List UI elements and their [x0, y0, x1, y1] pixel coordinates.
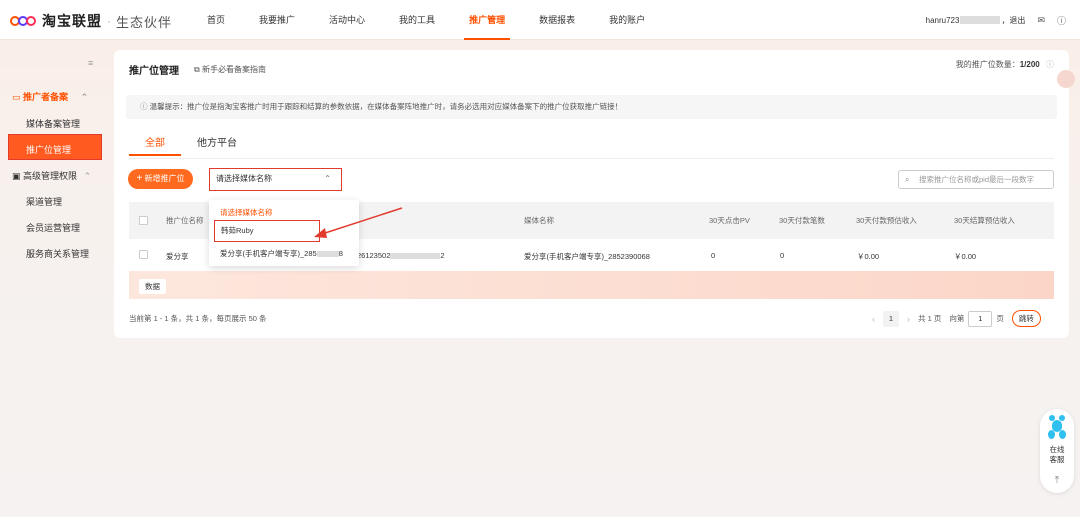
nav-reports[interactable]: 数据报表 — [522, 0, 592, 40]
nav-promote[interactable]: 我要推广 — [242, 0, 312, 40]
username: hanru723 — [925, 15, 960, 25]
notice-banner: ⓘ 温馨提示：推广位是指淘宝客推广时用于跟踪和结算的参数依据，在媒体备案阵地推广… — [126, 95, 1057, 119]
row-pid: 26123502 2 — [357, 251, 445, 260]
select-all-checkbox[interactable] — [139, 216, 148, 225]
cs-label-2: 客服 — [1049, 455, 1065, 464]
menu-collapse-icon[interactable]: ≡ — [88, 58, 93, 68]
page-current[interactable]: 1 — [883, 310, 899, 327]
main-nav: 首页 我要推广 活动中心 我的工具 推广管理 数据报表 我的账户 — [190, 0, 662, 40]
total-pages: 共 1 页 — [918, 314, 942, 323]
filing-icon: ▭ — [12, 92, 21, 102]
page-unit: 页 — [996, 314, 1004, 323]
page-title: 推广位管理 — [129, 66, 179, 77]
tab-divider — [129, 158, 1054, 159]
dropdown-option-ruby[interactable]: 韩茹Ruby — [214, 220, 320, 242]
help-icon[interactable]: ⓘ — [1057, 14, 1066, 27]
user-box: hanru723 ，退出 ✉ ⓘ — [926, 0, 1066, 40]
tab-bar: 全部 他方平台 — [129, 130, 253, 158]
th-pv: 30天点击PV — [709, 216, 750, 225]
row-adzone-name: 爱分享 — [166, 252, 189, 261]
sidebar: ≡ ▭ 推广者备案 ⌃ 媒体备案管理 推广位管理 ▣ 高级管理权限 ⌃ 渠道管理… — [0, 40, 108, 517]
pid-redacted — [390, 253, 441, 260]
option-redacted — [316, 251, 339, 258]
assistant-avatar-icon[interactable] — [1057, 70, 1075, 88]
pagination: ‹ 1 › 共 1 页 向第 1 页 跳转 — [864, 310, 1041, 327]
brand-separator: · — [107, 14, 111, 28]
add-adzone-button[interactable]: + 新增推广位 — [128, 169, 193, 189]
sidebar-group-advanced[interactable]: ▣ 高级管理权限 ⌃ — [12, 169, 91, 182]
sidebar-item-provider-relations[interactable]: 服务商关系管理 — [26, 247, 89, 260]
th-income-pay: 30天付款预估收入 — [856, 216, 917, 225]
brand-subtitle: 生态伙伴 — [116, 14, 173, 30]
jump-button[interactable]: 跳转 — [1011, 310, 1041, 327]
adzone-count: 我的推广位数量：1/200 ⓘ — [955, 60, 1054, 69]
sidebar-item-media-filing[interactable]: 媒体备案管理 — [26, 117, 80, 130]
goto-label: 向第 — [949, 314, 965, 323]
taobao-union-logo-icon — [10, 13, 38, 29]
media-dropdown: 请选择媒体名称 韩茹Ruby 爱分享(手机客户端专享)_285 8 — [209, 200, 359, 266]
row-checkbox[interactable] — [139, 250, 148, 259]
th-media-name: 媒体名称 — [524, 216, 554, 225]
username-redacted — [960, 16, 1001, 24]
dropdown-placeholder-option[interactable]: 请选择媒体名称 — [220, 207, 273, 218]
goto-page-input[interactable]: 1 — [968, 310, 993, 327]
sidebar-item-channels[interactable]: 渠道管理 — [26, 195, 62, 208]
nav-activities[interactable]: 活动中心 — [312, 0, 382, 40]
th-orders: 30天付款笔数 — [779, 216, 825, 225]
brand-name: 淘宝联盟 — [42, 13, 102, 29]
sidebar-item-adzone-management[interactable]: 推广位管理 — [8, 134, 102, 160]
chevron-up-icon: ⌃ — [324, 174, 331, 183]
media-select[interactable]: 请选择媒体名称 ⌃ — [209, 168, 342, 191]
nav-promotion-management[interactable]: 推广管理 — [452, 0, 522, 40]
chevron-up-icon: ⌃ — [83, 171, 92, 181]
row-orders: 0 — [780, 251, 785, 260]
sidebar-group-filing[interactable]: ▭ 推广者备案 ⌃ — [12, 90, 88, 103]
search-input[interactable]: ⌕ 搜索推广位名称或pid最后一段数字 — [898, 170, 1054, 189]
search-icon: ⌕ — [905, 175, 910, 184]
tab-all[interactable]: 全部 — [129, 130, 181, 158]
sidebar-item-member-ops[interactable]: 会员运营管理 — [26, 221, 80, 234]
row-media-name: 爱分享(手机客户端专享)_2852390068 — [524, 252, 650, 261]
nav-tools[interactable]: 我的工具 — [382, 0, 452, 40]
top-navbar: 淘宝联盟 · 生态伙伴 首页 我要推广 活动中心 我的工具 推广管理 数据报表 … — [0, 0, 1080, 40]
row-income-settle: ￥0.00 — [954, 252, 977, 261]
main-card: 推广位管理 ⧉ 新手必看备案指南 我的推广位数量：1/200 ⓘ ⓘ 温馨提示：… — [114, 50, 1069, 338]
doc-icon: ⧉ — [194, 65, 200, 74]
service-mascot-icon — [1048, 415, 1066, 441]
chevron-up-icon: ⌃ — [80, 92, 89, 102]
row-pv: 0 — [711, 251, 716, 260]
chevron-left-icon[interactable]: ‹ — [872, 314, 875, 324]
row-expand-area: 数据 — [129, 271, 1054, 299]
nav-home[interactable]: 首页 — [190, 0, 242, 40]
online-service-widget[interactable]: 在线 客服 ⤒ — [1040, 409, 1074, 493]
data-tag-button[interactable]: 数据 — [139, 279, 166, 294]
th-income-settle: 30天结算预估收入 — [954, 216, 1015, 225]
plus-icon: + — [136, 173, 143, 184]
back-to-top-icon[interactable]: ⤒ — [1040, 475, 1074, 486]
th-adzone-name: 推广位名称 — [166, 216, 204, 225]
info-icon: ⓘ — [140, 102, 148, 111]
row-income-pay: ￥0.00 — [857, 252, 880, 261]
help-circle-icon[interactable]: ⓘ — [1046, 60, 1054, 69]
dropdown-option-share[interactable]: 爱分享(手机客户端专享)_285 8 — [220, 248, 343, 259]
tab-other-platforms[interactable]: 他方平台 — [181, 130, 253, 158]
logout-link[interactable]: ，退出 — [1001, 15, 1025, 26]
chevron-right-icon[interactable]: › — [907, 314, 910, 324]
mail-icon[interactable]: ✉ — [1037, 15, 1045, 26]
guide-link[interactable]: ⧉ 新手必看备案指南 — [194, 64, 266, 75]
nav-account[interactable]: 我的账户 — [592, 0, 662, 40]
permission-icon: ▣ — [12, 171, 21, 181]
pagination-info: 当前第 1 - 1 条，共 1 条，每页展示 50 条 — [129, 314, 267, 323]
logo[interactable]: 淘宝联盟 · 生态伙伴 — [10, 11, 172, 31]
